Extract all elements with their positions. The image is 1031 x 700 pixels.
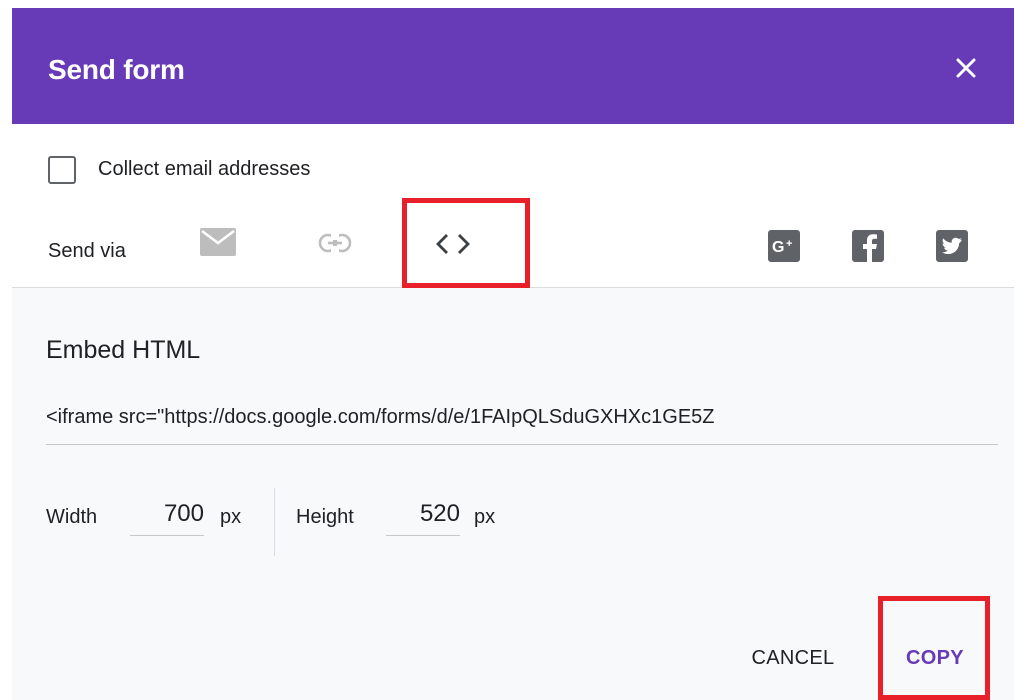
code-brackets-icon [436, 234, 470, 254]
collect-email-checkbox[interactable] [48, 156, 76, 184]
cancel-button[interactable]: CANCEL [736, 638, 850, 678]
facebook-icon [852, 230, 884, 262]
share-twitter-button[interactable] [936, 230, 968, 262]
embed-heading: Embed HTML [46, 336, 201, 364]
dimension-divider [274, 488, 275, 556]
send-form-dialog: Send form Collect email addresses Send v… [0, 0, 1031, 700]
embed-section: Embed HTML <iframe src="https://docs.goo… [12, 288, 1014, 700]
close-icon [956, 58, 976, 78]
dialog-title: Send form [48, 54, 185, 85]
width-input[interactable]: 700 [130, 496, 204, 536]
send-via-label: Send via [48, 240, 126, 262]
width-label: Width [46, 506, 98, 528]
close-button[interactable] [946, 48, 986, 88]
send-via-embed-button[interactable] [434, 230, 472, 258]
height-input[interactable]: 520 [386, 496, 460, 536]
dialog-header: Send form [12, 8, 1014, 124]
height-label: Height [296, 506, 354, 528]
svg-text:+: + [786, 238, 792, 250]
share-facebook-button[interactable] [852, 230, 884, 262]
width-unit: px [220, 506, 242, 528]
copy-button[interactable]: COPY [890, 638, 980, 678]
send-via-email-button[interactable] [200, 228, 236, 256]
svg-text:G: G [772, 239, 784, 256]
share-google-plus-button[interactable]: G + [768, 230, 800, 262]
send-via-link-button[interactable] [318, 232, 352, 254]
email-icon [200, 228, 236, 256]
height-unit: px [474, 506, 496, 528]
link-icon [318, 232, 352, 254]
embed-code-field[interactable]: <iframe src="https://docs.google.com/for… [46, 406, 998, 445]
send-options-section: Collect email addresses Send via G + [12, 124, 1014, 288]
google-plus-icon: G + [768, 230, 800, 262]
twitter-icon [936, 230, 968, 262]
collect-email-label: Collect email addresses [98, 158, 311, 180]
